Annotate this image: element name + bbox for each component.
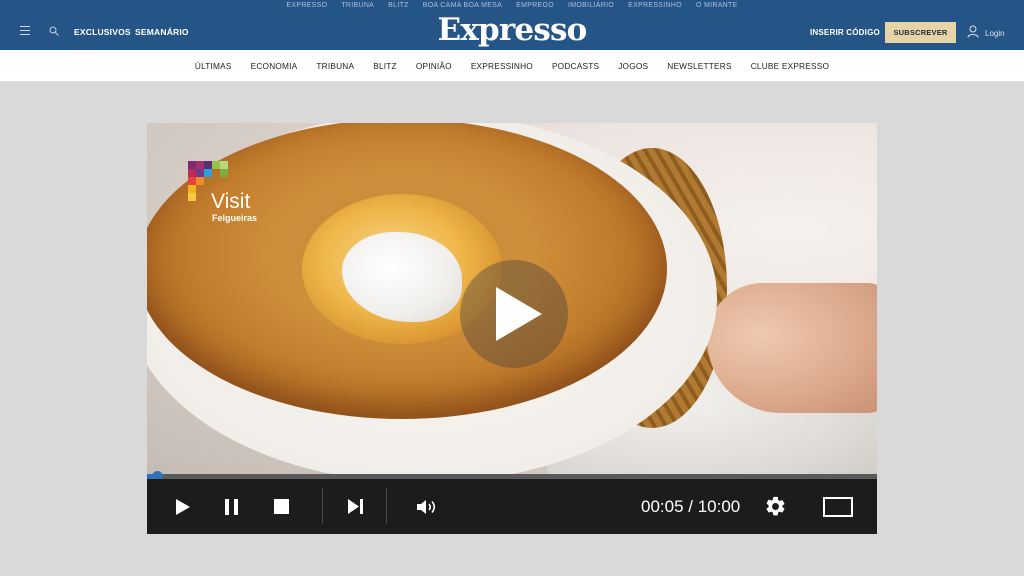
network-links: EXPRESSO TRIBUNA BLITZ BOA CAMA BOA MESA…: [0, 1, 1024, 11]
skip-next-icon: [347, 499, 363, 514]
pause-button[interactable]: [219, 479, 243, 534]
pause-icon: [224, 498, 238, 515]
network-link-blitz[interactable]: BLITZ: [388, 1, 409, 11]
network-link-expressinho[interactable]: EXPRESSINHO: [628, 1, 682, 11]
video-frame[interactable]: Visit Felgueiras: [147, 123, 877, 475]
fullscreen-button[interactable]: [821, 479, 855, 534]
network-link-o-mirante[interactable]: O MIRANTE: [696, 1, 738, 11]
nav-item-tribuna[interactable]: TRIBUNA: [316, 61, 354, 71]
visit-logo-text: Visit: [211, 190, 251, 213]
nav-item-podcasts[interactable]: PODCASTS: [552, 61, 599, 71]
site-header: EXPRESSO TRIBUNA BLITZ BOA CAMA BOA MESA…: [0, 0, 1024, 50]
big-play-button[interactable]: [460, 260, 568, 368]
volume-icon: [416, 499, 435, 514]
login-link[interactable]: Login: [985, 29, 1005, 38]
network-link-boa-cama-boa-mesa[interactable]: BOA CAMA BOA MESA: [423, 1, 502, 11]
nav-item-economia[interactable]: ECONOMIA: [251, 61, 298, 71]
video-hand: [707, 283, 877, 413]
section-nav: ÚLTIMAS ECONOMIA TRIBUNA BLITZ OPINIÃO E…: [0, 50, 1024, 82]
nav-item-blitz[interactable]: BLITZ: [373, 61, 397, 71]
network-link-expresso[interactable]: EXPRESSO: [286, 1, 327, 11]
nav-item-expressinho[interactable]: EXPRESSINHO: [471, 61, 533, 71]
time-display: 00:05 / 10:00: [641, 497, 741, 516]
subscribe-button[interactable]: SUBSCREVER: [885, 22, 956, 43]
video-player[interactable]: Visit Felgueiras 00:05 / 10:00: [147, 123, 877, 534]
player-controls: 00:05 / 10:00: [147, 479, 877, 534]
nav-item-ultimas[interactable]: ÚLTIMAS: [195, 61, 232, 71]
play-icon: [496, 287, 542, 341]
fullscreen-icon: [823, 496, 853, 517]
play-button[interactable]: [171, 479, 195, 534]
play-icon: [176, 498, 190, 515]
settings-button[interactable]: [761, 479, 789, 534]
next-button[interactable]: [343, 479, 367, 534]
stop-button[interactable]: [269, 479, 293, 534]
inserir-codigo-link[interactable]: INSERIR CÓDIGO: [810, 28, 880, 37]
volume-button[interactable]: [413, 479, 441, 534]
network-link-tribuna[interactable]: TRIBUNA: [341, 1, 374, 11]
stop-icon: [273, 499, 289, 514]
user-icon[interactable]: [967, 25, 979, 38]
control-divider: [322, 488, 323, 524]
gear-icon: [766, 496, 784, 516]
network-link-imobiliario[interactable]: IMOBILIÁRIO: [568, 1, 614, 11]
felgueiras-logo-text: Felgueiras: [212, 213, 258, 223]
nav-item-opiniao[interactable]: OPINIÃO: [416, 61, 452, 71]
nav-item-clube-expresso[interactable]: CLUBE EXPRESSO: [751, 61, 829, 71]
nav-item-newsletters[interactable]: NEWSLETTERS: [667, 61, 731, 71]
nav-item-jogos[interactable]: JOGOS: [618, 61, 648, 71]
network-link-emprego[interactable]: EMPREGO: [516, 1, 554, 11]
control-divider: [386, 488, 387, 524]
